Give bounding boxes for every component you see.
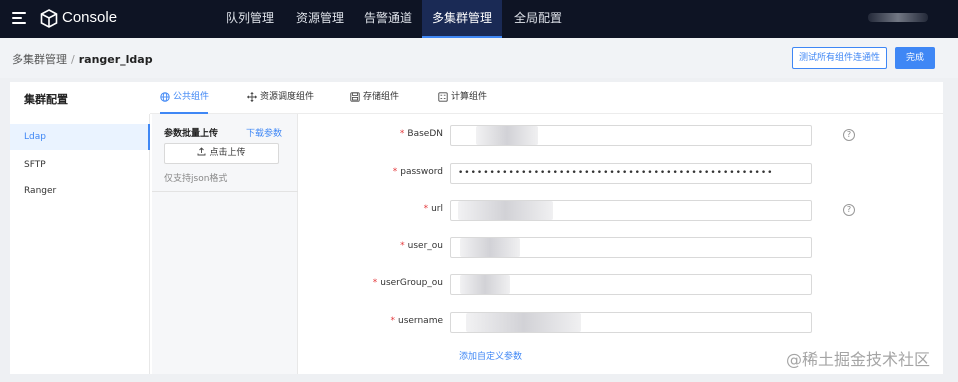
- breadcrumb-current: ranger_ldap: [78, 53, 153, 66]
- nav-item-global-config[interactable]: 全局配置: [514, 0, 562, 38]
- field-label-text: user_ou: [407, 241, 443, 251]
- tab-storage[interactable]: 存储组件: [350, 82, 399, 114]
- field-label: * userGroup_ou: [373, 278, 443, 288]
- required-mark: *: [423, 204, 429, 214]
- upload-title: 参数批量上传: [164, 129, 219, 139]
- field-label: * username: [391, 316, 444, 326]
- field-label-text: userGroup_ou: [380, 278, 443, 288]
- required-mark: *: [390, 316, 396, 326]
- form-row-username: * username: [290, 312, 933, 334]
- help-icon[interactable]: ?: [843, 129, 855, 141]
- tab-public-components[interactable]: 公共组件: [160, 82, 210, 114]
- cluster-config-title: 集群配置: [24, 93, 68, 106]
- field-label-text: BaseDN: [407, 129, 443, 139]
- tab-resource-scheduling[interactable]: 资源调度组件: [247, 82, 314, 114]
- field-label: * user_ou: [400, 241, 443, 251]
- field-label: * BaseDN: [400, 129, 443, 139]
- component-tabs: 公共组件 资源调度组件 存储组件 计算组件: [150, 82, 943, 114]
- nav-item-resource-management[interactable]: 资源管理: [296, 0, 344, 38]
- cube-logo-icon: [40, 9, 58, 28]
- tab-label: 资源调度组件: [260, 92, 315, 102]
- upload-icon: [198, 147, 206, 156]
- save-icon: [350, 91, 360, 102]
- menu-icon[interactable]: [12, 12, 26, 24]
- password-input[interactable]: ••••••••••••••••••••••••••••••••••••••••…: [450, 163, 812, 184]
- tab-label: 公共组件: [173, 92, 210, 102]
- required-mark: *: [400, 241, 405, 251]
- globe-icon: [160, 91, 170, 102]
- nav-item-queue-management[interactable]: 队列管理: [226, 0, 274, 38]
- form-row-usergroup-ou: * userGroup_ou: [290, 274, 933, 296]
- form-row-basedn: * BaseDN ?: [290, 125, 933, 147]
- add-custom-param-link[interactable]: 添加自定义参数: [459, 349, 522, 362]
- required-mark: *: [392, 167, 398, 177]
- watermark: @稀土掘金技术社区: [786, 350, 931, 369]
- form-row-url: * url ?: [290, 200, 933, 222]
- done-button[interactable]: 完成: [895, 47, 935, 69]
- field-label: * url: [424, 204, 443, 214]
- app-title: Console: [62, 9, 118, 26]
- breadcrumb-parent[interactable]: 多集群管理: [12, 53, 67, 66]
- breadcrumb: 多集群管理 / ranger_ldap: [12, 51, 153, 67]
- divider: [152, 191, 298, 192]
- user-avatar[interactable]: [868, 13, 928, 22]
- required-mark: *: [372, 278, 378, 288]
- test-connectivity-button[interactable]: 测试所有组件连通性: [792, 47, 887, 69]
- upload-hint: 仅支持json格式: [164, 174, 228, 184]
- upload-button-label: 点击上传: [209, 148, 246, 158]
- sidebar-item-ldap[interactable]: Ldap: [10, 124, 150, 150]
- sidebar-item-ranger[interactable]: Ranger: [10, 178, 150, 204]
- redaction-blur: [458, 201, 553, 220]
- tab-compute[interactable]: 计算组件: [438, 82, 487, 114]
- redaction-blur: [460, 238, 520, 257]
- breadcrumb-separator: /: [71, 53, 75, 66]
- tab-label: 计算组件: [451, 92, 488, 102]
- field-label-text: username: [398, 316, 443, 326]
- nav-item-multi-cluster[interactable]: 多集群管理: [422, 0, 502, 38]
- redaction-blur: [476, 126, 538, 145]
- redaction-blur: [460, 275, 510, 294]
- nav-item-alert-channel[interactable]: 告警通道: [364, 0, 412, 38]
- field-label-text: url: [431, 204, 443, 214]
- field-label: * password: [393, 167, 443, 177]
- upload-button[interactable]: 点击上传: [164, 143, 279, 164]
- required-mark: *: [399, 129, 405, 139]
- help-icon[interactable]: ?: [843, 204, 855, 216]
- sidebar-item-sftp[interactable]: SFTP: [10, 152, 150, 178]
- top-nav-bar: Console 队列管理 资源管理 告警通道 多集群管理 全局配置: [0, 0, 958, 38]
- redaction-blur: [466, 313, 581, 332]
- move-icon: [247, 91, 257, 102]
- sidebar: Ldap SFTP Ranger: [10, 114, 150, 374]
- param-upload-panel: 参数批量上传 下载参数 点击上传 仅支持json格式: [152, 114, 298, 374]
- form-row-password: * password ••••••••••••••••••••••••••••••…: [290, 163, 933, 185]
- form-row-user-ou: * user_ou: [290, 237, 933, 259]
- tab-label: 存储组件: [363, 92, 400, 102]
- calculator-icon: [438, 91, 448, 102]
- download-params-link[interactable]: 下载参数: [246, 126, 282, 139]
- field-label-text: password: [400, 167, 443, 177]
